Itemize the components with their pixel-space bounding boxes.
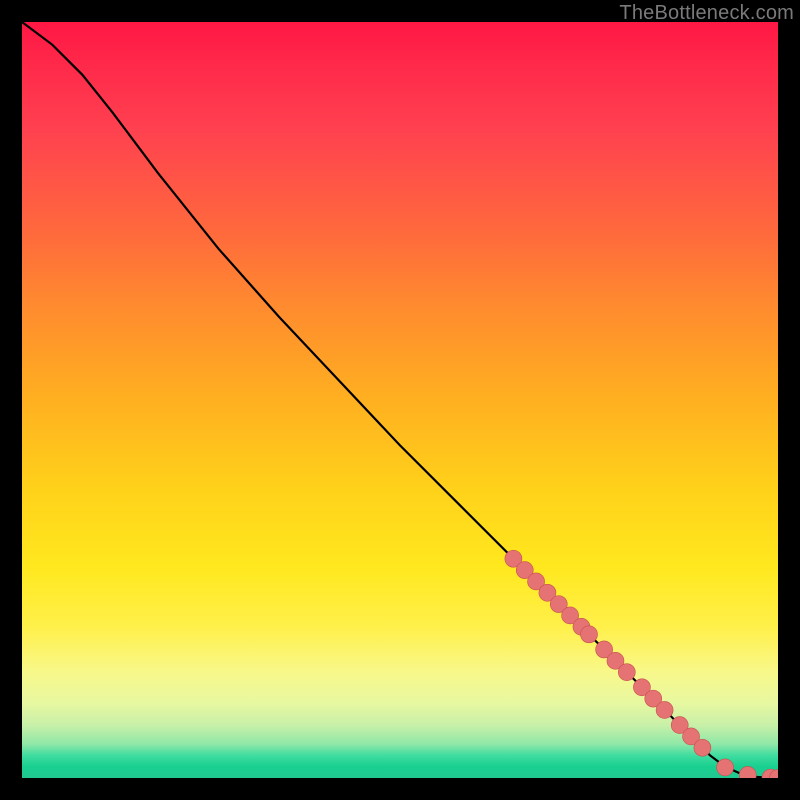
- chart-marker: [739, 766, 756, 778]
- watermark-text: TheBottleneck.com: [619, 2, 794, 25]
- chart-svg: [22, 22, 778, 778]
- chart-marker: [618, 664, 635, 681]
- chart-marker: [581, 626, 598, 643]
- chart-marker: [717, 759, 734, 776]
- chart-markers: [505, 550, 778, 778]
- chart-curve: [22, 22, 778, 778]
- chart-frame: [22, 22, 778, 778]
- chart-marker: [656, 701, 673, 718]
- chart-marker: [694, 739, 711, 756]
